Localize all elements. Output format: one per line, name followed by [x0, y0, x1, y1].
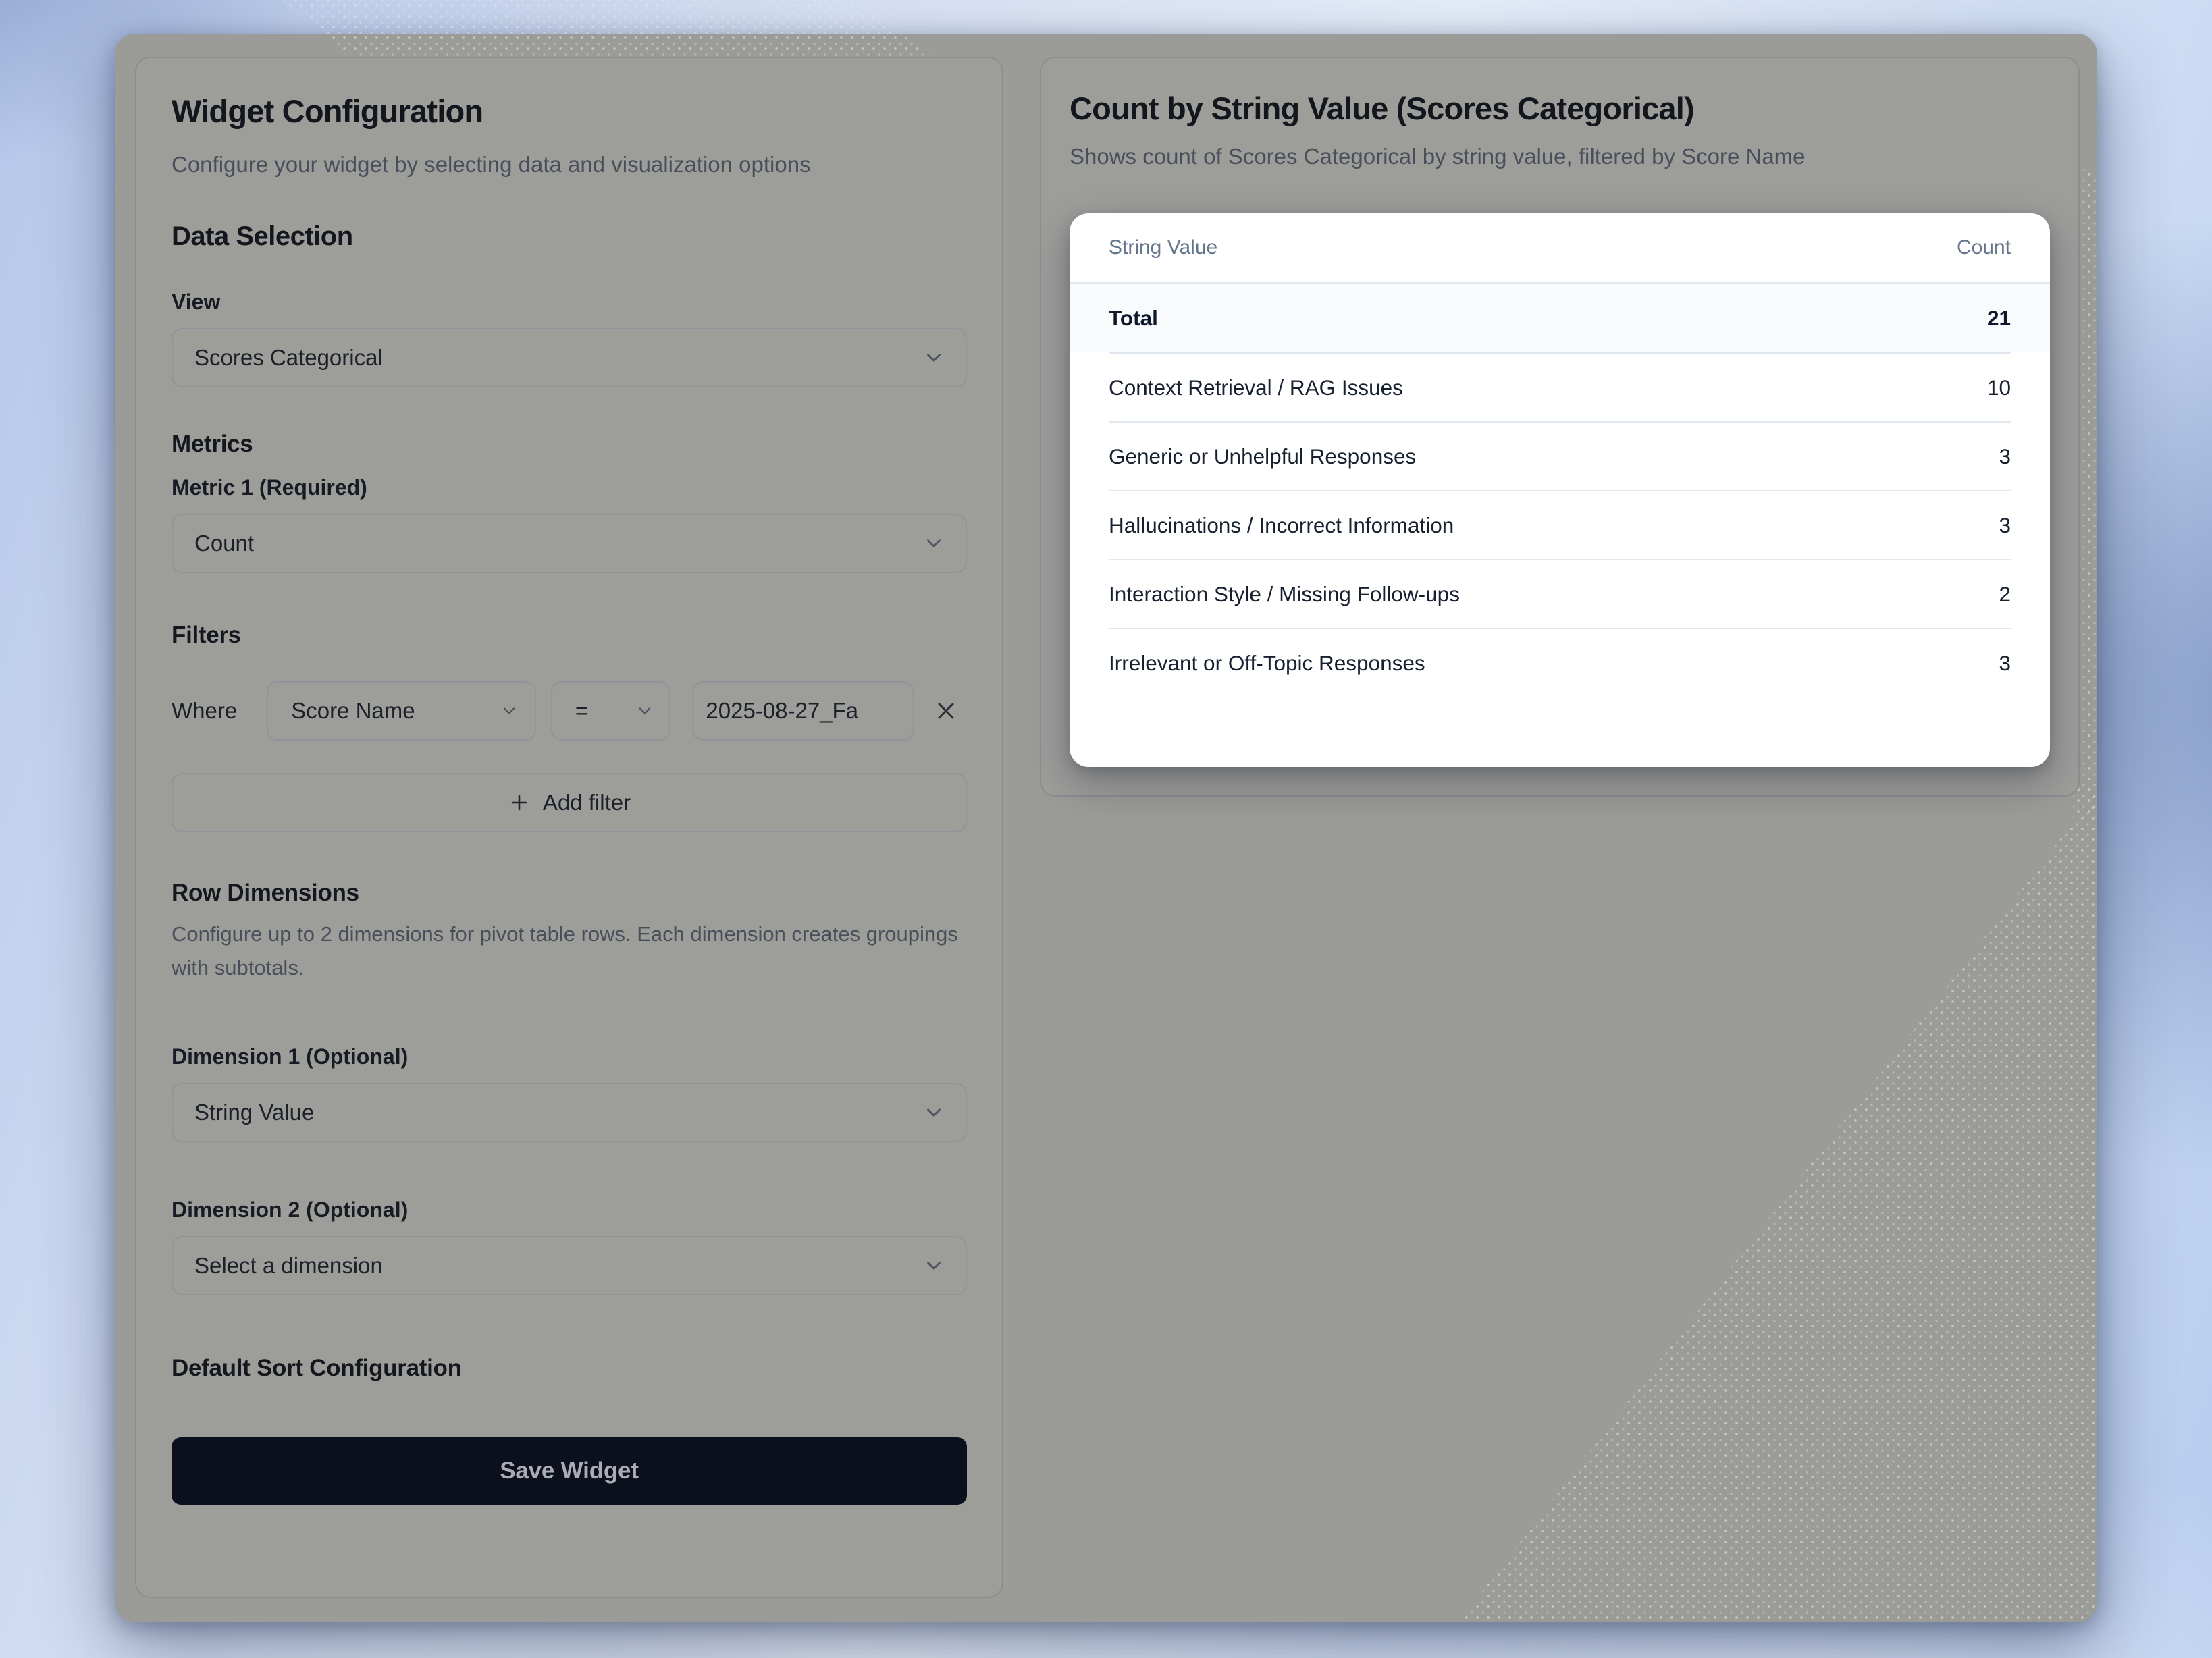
widget-configuration-dialog: Widget Configuration Configure your widg… — [115, 34, 2097, 1622]
row-dimensions-heading: Row Dimensions — [172, 880, 967, 907]
metric-1-select-value: Count — [194, 531, 254, 556]
add-filter-label: Add filter — [543, 790, 631, 815]
default-sort-heading: Default Sort Configuration — [172, 1355, 967, 1382]
row-dimensions-description: Configure up to 2 dimensions for pivot t… — [172, 917, 967, 985]
filter-operator-select[interactable]: = — [551, 681, 671, 741]
filter-row: Where Score Name = 2025-08-27_Fa — [172, 681, 967, 741]
page-background: { "config_panel": { "title": "Widget Con… — [0, 0, 2212, 1658]
row-count: 2 — [1999, 582, 2011, 607]
pivot-table-card: String Value Count Total 21 Context Retr… — [1070, 213, 2050, 767]
column-header-string-value: String Value — [1109, 236, 1217, 259]
chevron-down-icon — [635, 701, 654, 720]
add-filter-button[interactable]: Add filter — [172, 773, 967, 832]
preview-panel-subtitle: Shows count of Scores Categorical by str… — [1070, 138, 2050, 176]
plus-icon — [508, 791, 531, 814]
config-panel-subtitle: Configure your widget by selecting data … — [172, 146, 967, 184]
config-panel-title: Widget Configuration — [172, 92, 967, 131]
row-count: 10 — [1987, 375, 2011, 400]
filter-operator-value: = — [575, 698, 588, 724]
filter-column-value: Score Name — [291, 698, 415, 724]
view-label: View — [172, 290, 967, 315]
chevron-down-icon — [922, 1254, 945, 1277]
dimension-2-select-value: Select a dimension — [194, 1253, 383, 1279]
filter-column-select[interactable]: Score Name — [267, 681, 536, 741]
remove-filter-button[interactable] — [925, 690, 967, 732]
chevron-down-icon — [922, 1101, 945, 1124]
halftone-pattern-bottom-right — [1418, 770, 2097, 1622]
view-select[interactable]: Scores Categorical — [172, 328, 967, 387]
row-count: 3 — [1999, 513, 2011, 538]
metric-1-label: Metric 1 (Required) — [172, 475, 967, 500]
dimension-1-select-value: String Value — [194, 1100, 314, 1125]
table-row: Hallucinations / Incorrect Information 3 — [1109, 490, 2011, 559]
data-selection-heading: Data Selection — [172, 221, 967, 252]
dimension-1-label: Dimension 1 (Optional) — [172, 1044, 967, 1069]
row-string-value: Hallucinations / Incorrect Information — [1109, 513, 1454, 538]
chevron-down-icon — [922, 532, 945, 555]
save-widget-button[interactable]: Save Widget — [172, 1437, 967, 1505]
dimension-2-label: Dimension 2 (Optional) — [172, 1198, 967, 1223]
filter-value-input[interactable]: 2025-08-27_Fa — [692, 681, 914, 741]
dimension-1-select[interactable]: String Value — [172, 1083, 967, 1142]
row-string-value: Irrelevant or Off-Topic Responses — [1109, 651, 1425, 676]
preview-panel-title: Count by String Value (Scores Categorica… — [1070, 89, 2050, 128]
close-x-icon — [932, 697, 959, 724]
column-header-count: Count — [1957, 236, 2011, 259]
table-body: Context Retrieval / RAG Issues 10 Generic … — [1109, 352, 2011, 697]
row-string-value: Context Retrieval / RAG Issues — [1109, 375, 1403, 400]
row-string-value: Generic or Unhelpful Responses — [1109, 444, 1416, 469]
chevron-down-icon — [922, 346, 945, 369]
table-total-row: Total 21 — [1070, 282, 2050, 352]
filter-value-text: 2025-08-27_Fa — [706, 698, 858, 724]
metrics-heading: Metrics — [172, 431, 967, 458]
filter-where-label: Where — [172, 698, 237, 724]
row-count: 3 — [1999, 444, 2011, 469]
dimension-2-select[interactable]: Select a dimension — [172, 1236, 967, 1295]
chevron-down-icon — [500, 701, 519, 720]
table-header-row: String Value Count — [1109, 213, 2011, 282]
total-row-count: 21 — [1987, 306, 2011, 331]
table-row: Irrelevant or Off-Topic Responses 3 — [1109, 628, 2011, 697]
table-row: Generic or Unhelpful Responses 3 — [1109, 421, 2011, 490]
metric-1-select[interactable]: Count — [172, 514, 967, 573]
table-row: Interaction Style / Missing Follow-ups 2 — [1109, 559, 2011, 628]
filters-heading: Filters — [172, 622, 967, 649]
widget-preview-panel: Count by String Value (Scores Categorica… — [1040, 57, 2080, 797]
total-row-label: Total — [1109, 306, 1158, 331]
widget-configuration-panel: Widget Configuration Configure your widg… — [135, 57, 1003, 1598]
table-row: Context Retrieval / RAG Issues 10 — [1109, 352, 2011, 421]
row-count: 3 — [1999, 651, 2011, 676]
row-string-value: Interaction Style / Missing Follow-ups — [1109, 582, 1460, 607]
view-select-value: Scores Categorical — [194, 345, 383, 371]
